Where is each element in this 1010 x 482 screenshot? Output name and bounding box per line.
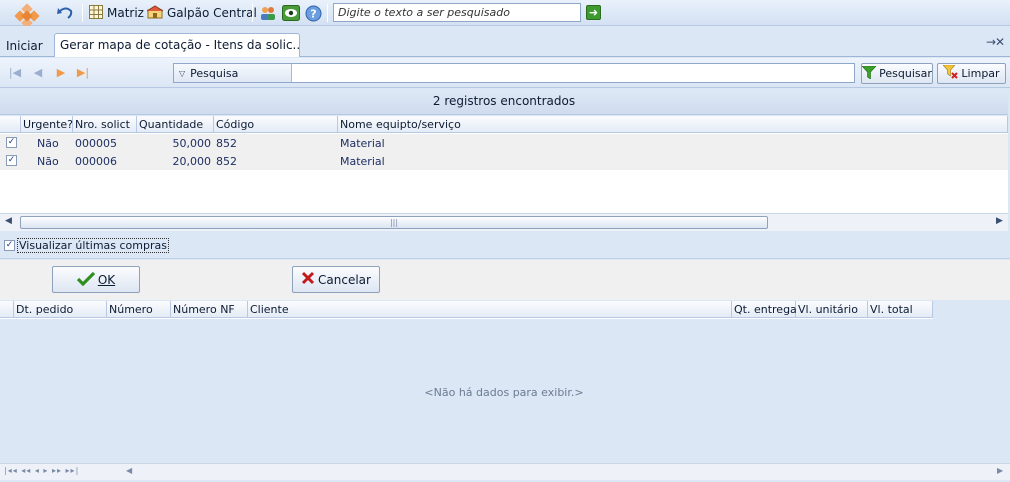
global-search-input[interactable]: Digite o texto a ser pesquisado (333, 3, 581, 22)
cell-urgente: Não (37, 155, 59, 168)
cell-quantidade: 20,000 (172, 155, 212, 168)
show-last-purchases-label[interactable]: Visualizar últimas compras (17, 238, 169, 253)
cell-codigo: 852 (216, 155, 237, 168)
grid-header-nome[interactable]: Nome equipto/serviço (338, 116, 1008, 133)
chevron-down-icon: ▽ (179, 68, 186, 78)
filter-type-label: Pesquisa (190, 66, 239, 80)
funnel-icon (861, 65, 877, 82)
grid-icon (89, 4, 103, 22)
ok-button-label: OK (97, 272, 116, 287)
grid2-header-vl-unitario[interactable]: Vl. unitário (796, 301, 868, 318)
help-icon[interactable]: ? (305, 4, 322, 22)
tab-iniciar[interactable]: Iniciar (6, 39, 43, 53)
toolbar-matriz-label: Matriz (107, 6, 144, 20)
users-icon[interactable] (259, 4, 277, 22)
grid-header-select[interactable] (0, 116, 21, 133)
grid2-header-cliente[interactable]: Cliente (248, 301, 732, 318)
toolbar-galpao-label: Galpão Central (167, 6, 257, 20)
record-navigator-icon[interactable]: |◂◂ ◂◂ ◂ ▸ ▸▸ ▸▸| (4, 466, 79, 475)
grid2-header-indicator (0, 301, 14, 318)
grid2-header-numero-nf[interactable]: Número NF (171, 301, 248, 318)
next-record-icon[interactable]: ▶ (54, 66, 68, 80)
grid-header-urgente[interactable]: Urgente? (21, 116, 73, 133)
close-icon (301, 271, 315, 288)
scroll-right-icon[interactable]: ▶ (997, 466, 1003, 475)
toolbar-separator (82, 4, 83, 22)
cell-nro-solict: 000005 (75, 137, 117, 150)
cell-nome: Material (340, 137, 385, 150)
toolbar-galpao-button[interactable]: Galpão Central (146, 4, 257, 22)
show-last-purchases-checkbox[interactable]: ✓ (4, 240, 15, 251)
grid-header-nro-solict[interactable]: Nro. solict (73, 116, 137, 133)
grid2-header-qt-entrega[interactable]: Qt. entrega (732, 301, 797, 318)
grid2-header-numero[interactable]: Número (107, 301, 171, 318)
grid2-header-dt-pedido[interactable]: Dt. pedido (14, 301, 107, 318)
last-record-icon[interactable]: ▶| (76, 66, 90, 80)
row-select-checkbox[interactable]: ✓ (6, 155, 17, 166)
scroll-left-icon[interactable]: ◀ (126, 466, 132, 475)
eye-icon[interactable] (282, 4, 300, 22)
cell-codigo: 852 (216, 137, 237, 150)
grid-header-codigo[interactable]: Código (214, 116, 338, 133)
last-purchases-grid (0, 301, 1008, 463)
tab-gerar-mapa-cotacao[interactable]: Gerar mapa de cotação - Itens da solic..… (54, 33, 300, 57)
toolbar-matriz-button[interactable]: Matriz (89, 4, 144, 22)
warehouse-icon (146, 4, 164, 22)
clear-button[interactable]: Limpar (937, 63, 1006, 84)
grid-header-quantidade[interactable]: Quantidade (137, 116, 214, 133)
close-icon[interactable]: →✕ (986, 35, 1005, 49)
search-button-label: Pesquisar (879, 67, 932, 80)
cancel-button[interactable]: Cancelar (292, 266, 380, 293)
checkmark-icon (76, 271, 95, 289)
scroll-right-icon[interactable]: ▶ (996, 216, 1003, 226)
bottom-navigation-bar (0, 463, 1010, 480)
row-select-checkbox[interactable]: ✓ (6, 137, 17, 148)
search-go-icon[interactable]: ➜ (586, 5, 601, 20)
clear-button-label: Limpar (961, 67, 1000, 80)
action-bar (0, 260, 1010, 300)
search-button[interactable]: Pesquisar (861, 63, 933, 84)
toolbar-separator (252, 4, 253, 22)
undo-icon[interactable] (56, 4, 74, 22)
first-record-icon[interactable]: |◀ (8, 66, 22, 80)
toolbar-separator (327, 4, 328, 22)
cell-quantidade: 50,000 (172, 137, 212, 150)
empty-grid-message: <Não há dados para exibir.> (424, 386, 584, 399)
record-count: 2 registros encontrados (0, 89, 1008, 115)
svg-text:?: ? (310, 7, 316, 20)
previous-record-icon[interactable]: ◀ (31, 66, 45, 80)
cell-urgente: Não (37, 137, 59, 150)
ok-button[interactable]: OK (52, 266, 140, 293)
grid2-header-vl-total[interactable]: Vl. total (868, 301, 933, 318)
clear-filter-icon (942, 64, 959, 82)
cancel-button-label: Cancelar (318, 272, 371, 287)
scrollbar-thumb[interactable]: ||| (20, 216, 768, 229)
filter-type-dropdown[interactable]: ▽ Pesquisa (174, 64, 292, 82)
cell-nome: Material (340, 155, 385, 168)
cell-nro-solict: 000006 (75, 155, 117, 168)
scroll-left-icon[interactable]: ◀ (5, 216, 12, 226)
